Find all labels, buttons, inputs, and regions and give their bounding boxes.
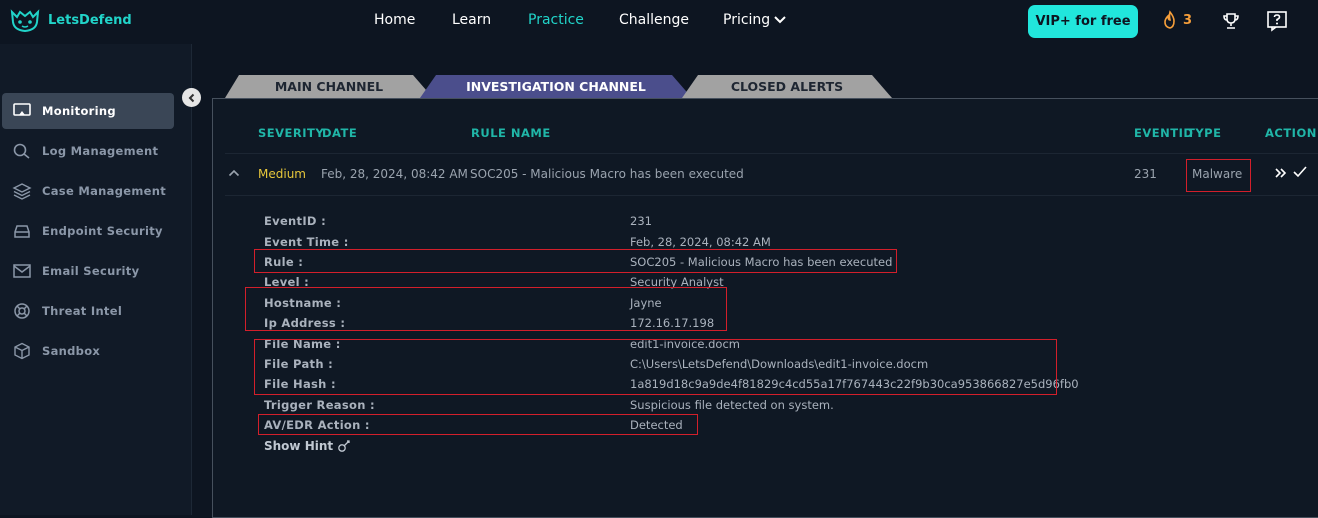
sidebar-item-label: Case Management xyxy=(42,184,166,198)
show-hint-button[interactable]: Show Hint xyxy=(264,439,351,453)
detail-value: Feb, 28, 2024, 08:42 AM xyxy=(630,235,771,249)
header-action: ACTION xyxy=(1265,126,1317,140)
detail-label: Event Time : xyxy=(264,235,349,249)
sidebar-item-endpoint-security[interactable]: Endpoint Security xyxy=(2,213,174,249)
sidebar-item-label: Log Management xyxy=(42,144,159,158)
header-date[interactable]: DATE xyxy=(322,126,357,140)
cube-icon xyxy=(14,342,30,360)
sidebar-item-email-security[interactable]: Email Security xyxy=(2,253,174,289)
severity-cell: Medium xyxy=(258,167,306,181)
highlight-box xyxy=(245,287,727,331)
streak-counter[interactable]: 3 xyxy=(1160,10,1192,30)
chevron-up-icon[interactable] xyxy=(228,168,240,178)
monitor-icon xyxy=(13,103,31,116)
help-button[interactable] xyxy=(1265,9,1289,33)
highlight-box xyxy=(258,414,698,435)
tab-main-channel[interactable]: MAIN CHANNEL xyxy=(225,75,433,98)
search-icon xyxy=(13,143,30,159)
sidebar-item-label: Email Security xyxy=(42,264,140,278)
fox-logo-icon xyxy=(10,9,40,33)
eventid-cell: 231 xyxy=(1134,167,1157,181)
trophy-icon xyxy=(1223,13,1239,29)
brand-logo[interactable]: LetsDefend xyxy=(8,6,132,34)
mail-icon xyxy=(13,264,31,278)
date-cell: Feb, 28, 2024, 08:42 AM xyxy=(321,167,468,181)
detail-label: EventID : xyxy=(264,214,326,228)
lifebuoy-icon xyxy=(14,303,30,319)
tab-label: CLOSED ALERTS xyxy=(730,79,844,94)
nav-challenge[interactable]: Challenge xyxy=(619,12,689,28)
brand-name: LetsDefend xyxy=(48,12,132,28)
show-hint-label: Show Hint xyxy=(264,439,334,453)
nav-practice[interactable]: Practice xyxy=(528,12,584,28)
hdd-icon xyxy=(14,225,30,238)
check-icon[interactable] xyxy=(1292,165,1308,179)
header-severity[interactable]: SEVERITY xyxy=(258,126,324,140)
trophy-button[interactable] xyxy=(1219,9,1243,33)
sidebar-item-log-management[interactable]: Log Management xyxy=(2,133,174,169)
nav-pricing-label: Pricing xyxy=(723,12,771,28)
rule-name-cell: SOC205 - Malicious Macro has been execut… xyxy=(470,167,744,181)
tab-investigation-channel[interactable]: INVESTIGATION CHANNEL xyxy=(420,75,692,98)
streak-count: 3 xyxy=(1183,12,1193,28)
chevron-left-icon xyxy=(188,93,194,102)
sidebar-item-label: Monitoring xyxy=(42,104,116,118)
sidebar-item-label: Threat Intel xyxy=(42,304,123,318)
highlight-box xyxy=(254,339,1057,395)
header-type[interactable]: TYPE xyxy=(1187,126,1221,140)
sidebar-item-case-management[interactable]: Case Management xyxy=(2,173,174,209)
sidebar-item-label: Endpoint Security xyxy=(42,224,163,238)
fire-icon xyxy=(1164,10,1175,29)
sidebar-item-monitoring[interactable]: Monitoring xyxy=(2,93,174,129)
header-rule-name[interactable]: RULE NAME xyxy=(471,126,551,140)
nav-pricing[interactable]: Pricing xyxy=(723,12,787,28)
double-chevron-right-icon[interactable] xyxy=(1274,166,1288,180)
highlight-box xyxy=(254,249,897,273)
detail-value: Suspicious file detected on system. xyxy=(630,398,834,412)
highlight-box xyxy=(1186,159,1251,192)
sidebar-item-threat-intel[interactable]: Threat Intel xyxy=(2,293,174,329)
detail-value: 231 xyxy=(630,214,652,228)
tab-closed-alerts[interactable]: CLOSED ALERTS xyxy=(682,75,892,98)
tab-label: MAIN CHANNEL xyxy=(274,79,384,94)
key-icon xyxy=(338,440,350,452)
vip-button[interactable]: VIP+ for free xyxy=(1028,5,1138,38)
sidebar-item-label: Sandbox xyxy=(42,344,101,358)
tab-label: INVESTIGATION CHANNEL xyxy=(466,79,646,94)
top-bar: LetsDefend Home Learn Practice Challenge… xyxy=(0,0,1318,44)
collapse-sidebar-button[interactable] xyxy=(182,88,201,107)
chevron-down-icon xyxy=(774,16,786,24)
help-icon xyxy=(1267,11,1287,32)
nav-learn[interactable]: Learn xyxy=(452,12,491,28)
layers-icon xyxy=(12,183,32,200)
nav-home[interactable]: Home xyxy=(374,12,415,28)
detail-label: Trigger Reason : xyxy=(264,398,375,412)
sidebar-item-sandbox[interactable]: Sandbox xyxy=(2,333,174,369)
header-eventid[interactable]: EVENTID xyxy=(1134,126,1193,140)
